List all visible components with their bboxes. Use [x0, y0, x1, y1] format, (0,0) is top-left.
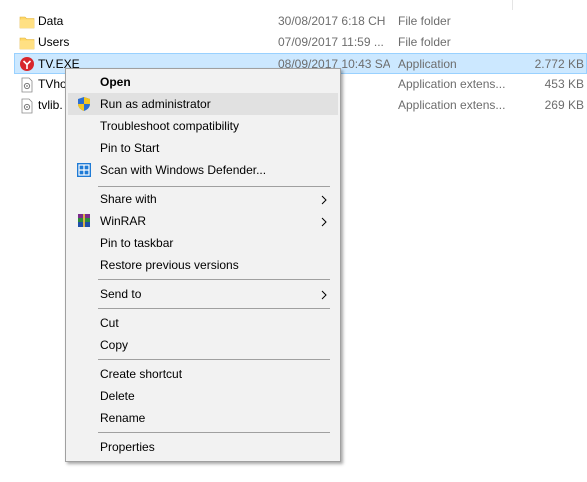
menu-label: Rename — [100, 411, 146, 425]
menu-item-send-to[interactable]: Send to — [68, 283, 338, 305]
menu-label: Pin to Start — [100, 141, 160, 155]
menu-item-copy[interactable]: Copy — [68, 334, 338, 356]
uac-shield-icon — [76, 96, 92, 112]
file-size: 453 KB — [544, 77, 584, 91]
context-menu: Open Run as administrator Troubleshoot c… — [65, 68, 341, 462]
chevron-right-icon — [320, 194, 328, 205]
menu-separator — [98, 432, 330, 433]
menu-label: Share with — [100, 192, 157, 206]
menu-label: Scan with Windows Defender... — [100, 163, 267, 177]
explorer-window: Data 30/08/2017 6:18 CH File folder User… — [0, 0, 587, 482]
menu-item-share-with[interactable]: Share with — [68, 188, 338, 210]
menu-item-run-as-administrator[interactable]: Run as administrator — [68, 93, 338, 115]
menu-label: Open — [100, 75, 131, 89]
menu-label: Cut — [100, 316, 119, 330]
file-date: 07/09/2017 11:59 ... — [278, 35, 384, 49]
dll-file-icon — [19, 98, 35, 114]
file-type: Application extens... — [398, 98, 506, 112]
menu-label: Restore previous versions — [100, 258, 239, 272]
menu-label: Troubleshoot compatibility — [100, 119, 239, 133]
file-name: Data — [38, 14, 64, 28]
menu-separator — [98, 186, 330, 187]
menu-label: Run as administrator — [100, 97, 211, 111]
file-name: Users — [38, 35, 70, 49]
teamviewer-app-icon — [19, 56, 35, 72]
menu-item-restore-previous-versions[interactable]: Restore previous versions — [68, 254, 338, 276]
file-row-data[interactable]: Data 30/08/2017 6:18 CH File folder — [0, 11, 587, 32]
menu-label: WinRAR — [100, 214, 147, 228]
menu-separator — [98, 279, 330, 280]
column-divider — [512, 0, 513, 10]
folder-icon — [19, 35, 35, 51]
menu-item-scan-with-defender[interactable]: Scan with Windows Defender... — [68, 159, 338, 181]
folder-icon — [19, 14, 35, 30]
file-type: File folder — [398, 35, 451, 49]
file-type: File folder — [398, 14, 451, 28]
menu-item-winrar[interactable]: WinRAR — [68, 210, 338, 232]
file-size — [510, 11, 584, 32]
menu-separator — [98, 359, 330, 360]
menu-separator — [98, 308, 330, 309]
dll-file-icon — [19, 77, 35, 93]
chevron-right-icon — [320, 216, 328, 227]
winrar-icon — [76, 213, 92, 229]
menu-label: Properties — [100, 440, 155, 454]
menu-item-rename[interactable]: Rename — [68, 407, 338, 429]
menu-item-create-shortcut[interactable]: Create shortcut — [68, 363, 338, 385]
menu-label: Copy — [100, 338, 129, 352]
menu-item-properties[interactable]: Properties — [68, 436, 338, 458]
file-date: 30/08/2017 6:18 CH — [278, 14, 386, 28]
menu-item-pin-to-start[interactable]: Pin to Start — [68, 137, 338, 159]
menu-label: Pin to taskbar — [100, 236, 174, 250]
menu-label: Create shortcut — [100, 367, 183, 381]
chevron-right-icon — [320, 289, 328, 300]
menu-item-cut[interactable]: Cut — [68, 312, 338, 334]
windows-defender-icon — [76, 162, 92, 178]
file-type: Application — [398, 57, 457, 71]
menu-label: Send to — [100, 287, 142, 301]
file-row-users[interactable]: Users 07/09/2017 11:59 ... File folder — [0, 32, 587, 53]
menu-label: Delete — [100, 389, 135, 403]
file-size: 2.772 KB — [534, 57, 584, 71]
file-type: Application extens... — [398, 77, 506, 91]
menu-item-pin-to-taskbar[interactable]: Pin to taskbar — [68, 232, 338, 254]
menu-item-delete[interactable]: Delete — [68, 385, 338, 407]
menu-item-open[interactable]: Open — [68, 71, 338, 93]
file-size: 269 KB — [544, 98, 584, 112]
menu-item-troubleshoot-compatibility[interactable]: Troubleshoot compatibility — [68, 115, 338, 137]
file-size — [510, 32, 584, 53]
